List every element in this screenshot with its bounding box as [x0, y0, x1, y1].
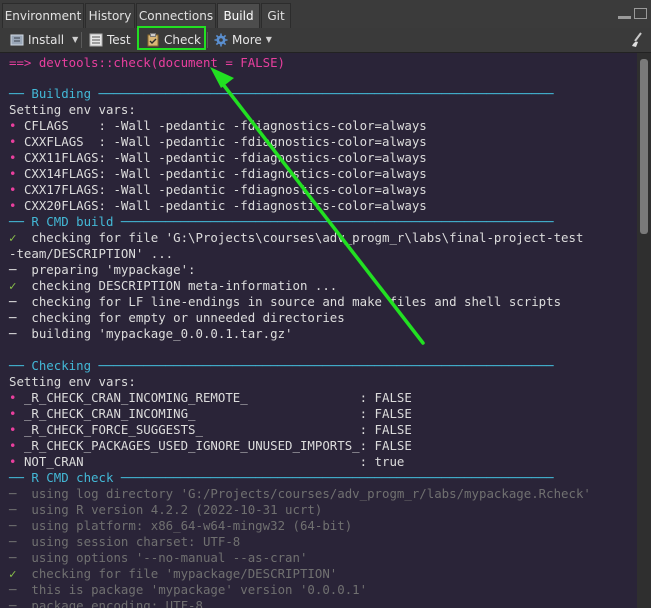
gear-icon	[214, 33, 228, 47]
chevron-down-icon[interactable]: ▼	[72, 30, 78, 50]
maximize-pane-button[interactable]	[634, 8, 647, 19]
build-line: ─ building 'mypackage_0.0.0.1.tar.gz'	[9, 326, 293, 341]
env-vars-title: Setting env vars:	[9, 374, 136, 389]
toolbar-divider	[81, 32, 82, 48]
build-console-output: ==> devtools::check(document = FALSE) ──…	[0, 53, 637, 608]
tab-connections[interactable]: Connections	[136, 3, 216, 28]
build-line: ✓ checking DESCRIPTION meta-information …	[9, 278, 338, 293]
check-button-highlight	[137, 26, 206, 50]
minimize-pane-button[interactable]	[618, 16, 631, 19]
pane-tab-bar: Environment History Connections Build Gi…	[0, 0, 651, 29]
section-header-r-cmd-build: ── R CMD build ─────────────────────────…	[9, 214, 554, 229]
check-line: ─ using options '--no-manual --as-cran'	[9, 550, 308, 565]
check-line: ✓ checking for file 'mypackage/DESCRIPTI…	[9, 566, 338, 581]
build-line: ─ checking for LF line-endings in source…	[9, 294, 562, 309]
tab-git[interactable]: Git	[261, 3, 291, 28]
env-var-line: • CXXFLAGS : -Wall -pedantic -fdiagnosti…	[9, 134, 427, 149]
check-line: ─ this is package 'mypackage' version '0…	[9, 582, 368, 597]
build-line: ─ preparing 'mypackage':	[9, 262, 196, 277]
console-command: ==> devtools::check(document = FALSE)	[9, 55, 286, 70]
scrollbar-thumb[interactable]	[640, 59, 648, 234]
check-line: ─ using log directory 'G:/Projects/cours…	[9, 486, 591, 501]
check-line: ─ package encoding: UTF-8	[9, 598, 203, 608]
more-button[interactable]: More ▼	[214, 30, 272, 50]
build-line: ✓ checking for file 'G:\Projects\courses…	[9, 230, 584, 245]
env-var-line: • CXX17FLAGS: -Wall -pedantic -fdiagnost…	[9, 182, 427, 197]
install-button[interactable]: Install ▼	[10, 30, 78, 50]
check-line: ─ using session charset: UTF-8	[9, 534, 241, 549]
toolbar-divider	[207, 32, 208, 48]
section-header-checking: ── Checking ────────────────────────────…	[9, 358, 554, 373]
check-line: ─ using R version 4.2.2 (2022-10-31 ucrt…	[9, 502, 323, 517]
build-toolbar: Install ▼ Test Check More ▼	[0, 28, 651, 53]
env-var-line: • _R_CHECK_FORCE_SUGGESTS_ : FALSE	[9, 422, 412, 437]
test-icon	[89, 33, 103, 47]
build-line: ─ checking for empty or unneeded directo…	[9, 310, 345, 325]
env-var-line: • NOT_CRAN : true	[9, 454, 405, 469]
install-icon	[10, 33, 24, 47]
check-line: ─ using platform: x86_64-w64-mingw32 (64…	[9, 518, 353, 533]
section-header-r-cmd-check: ── R CMD check ─────────────────────────…	[9, 470, 554, 485]
chevron-down-icon: ▼	[265, 35, 272, 44]
clear-console-icon[interactable]	[630, 32, 646, 48]
tab-environment[interactable]: Environment	[2, 3, 84, 28]
tab-history[interactable]: History	[85, 3, 135, 28]
env-var-line: • CXX20FLAGS: -Wall -pedantic -fdiagnost…	[9, 198, 427, 213]
env-var-line: • _R_CHECK_CRAN_INCOMING_REMOTE_ : FALSE	[9, 390, 412, 405]
more-label: More	[232, 33, 262, 47]
install-label: Install	[28, 33, 65, 47]
tab-build[interactable]: Build	[217, 3, 260, 28]
env-var-line: • _R_CHECK_CRAN_INCOMING_ : FALSE	[9, 406, 412, 421]
test-button[interactable]: Test	[89, 30, 131, 50]
env-var-line: • CFLAGS : -Wall -pedantic -fdiagnostics…	[9, 118, 427, 133]
build-line: -team/DESCRIPTION' ...	[9, 246, 174, 261]
console-scrollbar[interactable]	[637, 53, 651, 608]
env-var-line: • CXX11FLAGS: -Wall -pedantic -fdiagnost…	[9, 150, 427, 165]
env-var-line: • CXX14FLAGS: -Wall -pedantic -fdiagnost…	[9, 166, 427, 181]
test-label: Test	[107, 33, 131, 47]
env-var-line: • _R_CHECK_PACKAGES_USED_IGNORE_UNUSED_I…	[9, 438, 412, 453]
section-header-building: ── Building ────────────────────────────…	[9, 86, 554, 101]
env-vars-title: Setting env vars:	[9, 102, 136, 117]
